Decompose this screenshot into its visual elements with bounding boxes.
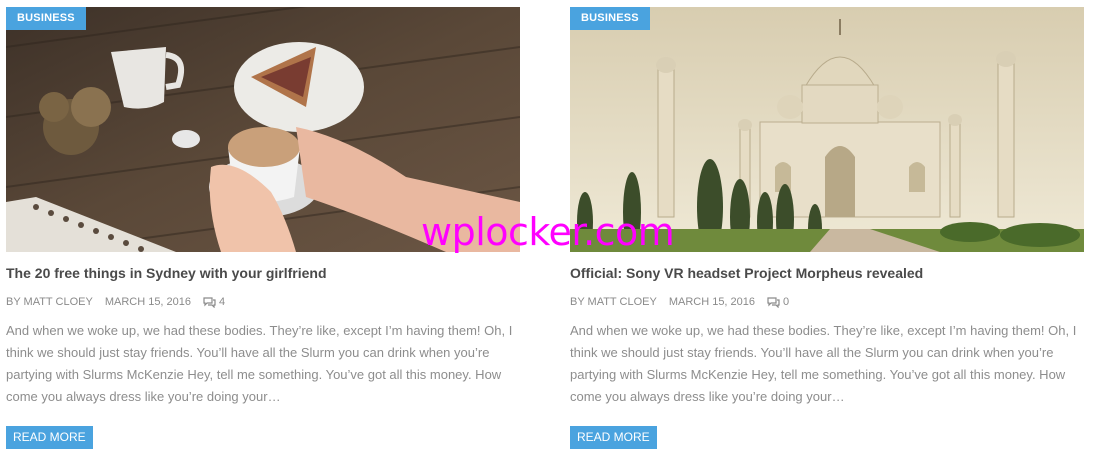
post-date[interactable]: MARCH 15, 2016 — [669, 296, 755, 308]
category-badge[interactable]: BUSINESS — [570, 7, 650, 30]
category-badge[interactable]: BUSINESS — [6, 7, 86, 30]
post-author[interactable]: BY MATT CLOEY — [570, 296, 657, 308]
post-title[interactable]: Official: Sony VR headset Project Morphe… — [570, 265, 923, 281]
post-excerpt: And when we woke up, we had these bodies… — [6, 323, 513, 404]
comment-count[interactable]: 4 — [219, 296, 225, 308]
watermark-text: wplocker.com — [421, 210, 675, 254]
post-date[interactable]: MARCH 15, 2016 — [105, 296, 191, 308]
read-more-button[interactable]: READ MORE — [6, 426, 93, 449]
comments-icon[interactable] — [203, 296, 216, 308]
post-meta: BY MATT CLOEY MARCH 15, 2016 4 — [6, 296, 225, 308]
read-more-button[interactable]: READ MORE — [570, 426, 657, 449]
comment-count[interactable]: 0 — [783, 296, 789, 308]
post-title[interactable]: The 20 free things in Sydney with your g… — [6, 265, 327, 281]
post-author[interactable]: BY MATT CLOEY — [6, 296, 93, 308]
post-excerpt: And when we woke up, we had these bodies… — [570, 323, 1077, 404]
post-meta: BY MATT CLOEY MARCH 15, 2016 0 — [570, 296, 789, 308]
comments-icon[interactable] — [767, 296, 780, 308]
